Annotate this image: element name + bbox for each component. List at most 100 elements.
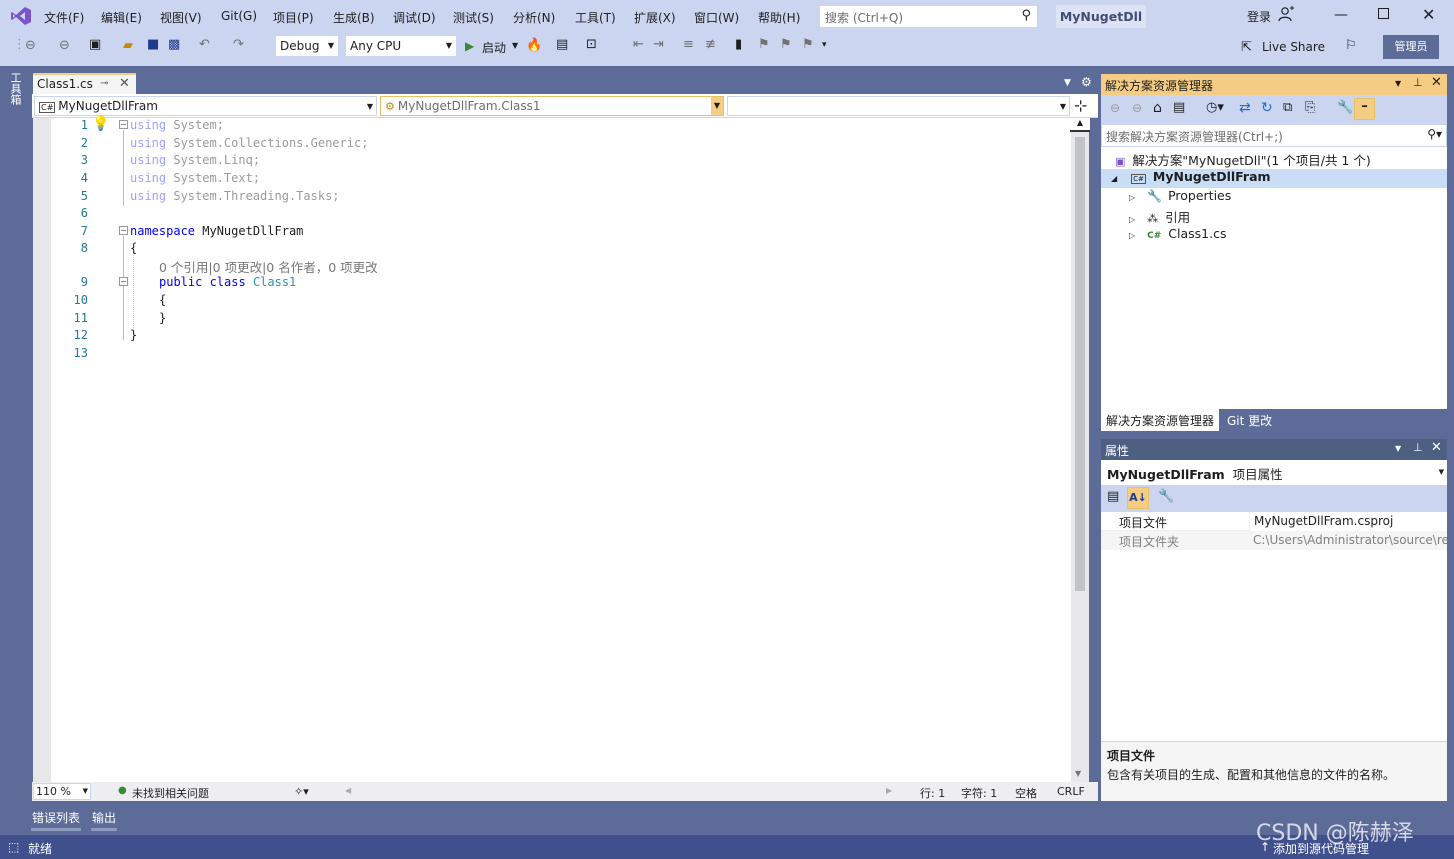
pin-icon[interactable]: ⊸ (100, 78, 108, 89)
scroll-right-icon[interactable]: ▶ (886, 786, 892, 795)
collapse-icon[interactable]: − (119, 226, 128, 235)
scroll-down-icon[interactable]: ▼ (1075, 769, 1081, 778)
refresh-icon[interactable]: ↻ (1261, 100, 1273, 116)
close-tab-icon[interactable]: ✕ (119, 76, 130, 91)
window-position-icon[interactable]: ▼ (1395, 79, 1401, 88)
tree-project-node[interactable]: ◢ C# MyNugetDllFram (1101, 169, 1447, 188)
tree-item-class1[interactable]: ▷ C# Class1.cs (1129, 226, 1226, 245)
start-debugging-button[interactable]: 启动 (482, 39, 506, 56)
menu-debug[interactable]: 调试(D) (393, 9, 436, 26)
line-ending-indicator[interactable]: CRLF (1057, 785, 1085, 798)
preview-selected-icon[interactable]: – (1354, 98, 1375, 120)
toolbar-overflow-icon[interactable]: ▾ (822, 40, 827, 50)
tree-solution-node[interactable]: ▣ 解决方案"MyNugetDll"(1 个项目/共 1 个) (1115, 150, 1371, 169)
maximize-icon[interactable] (1378, 8, 1389, 19)
navigate-forward-icon[interactable]: ⊖ (59, 38, 70, 53)
menu-window[interactable]: 窗口(W) (694, 9, 739, 26)
column-indicator[interactable]: 字符: 1 (961, 785, 997, 801)
minimize-icon[interactable]: — (1334, 7, 1348, 23)
folder-view-icon[interactable]: ▤ (556, 37, 568, 52)
menu-tools[interactable]: 工具(T) (575, 9, 616, 26)
menu-help[interactable]: 帮助(H) (758, 9, 800, 26)
comment-icon[interactable]: ≡ (683, 37, 694, 52)
home-icon[interactable]: ⌂ (1153, 100, 1162, 116)
hot-reload-icon[interactable]: 🔥 (526, 38, 542, 53)
lightbulb-icon[interactable]: 💡 (92, 116, 109, 132)
show-all-files-icon[interactable]: ⎘ (1305, 100, 1315, 115)
code-editor[interactable] (33, 118, 1071, 784)
previous-bookmark-icon[interactable]: ⚑ (758, 37, 770, 52)
save-all-icon[interactable]: ▩ (168, 37, 180, 52)
menu-git[interactable]: Git(G) (221, 9, 257, 23)
menu-test[interactable]: 测试(S) (453, 9, 494, 26)
property-pages-wrench-icon[interactable]: 🔧 (1158, 489, 1174, 504)
menu-edit[interactable]: 编辑(E) (101, 9, 142, 26)
split-window-icon[interactable]: ⊹ (1074, 96, 1087, 115)
tab-git-changes[interactable]: Git 更改 (1223, 409, 1276, 431)
codelens-references[interactable]: 0 个引用|0 项更改|0 名作者，0 项更改 (159, 257, 378, 276)
screenshot-icon[interactable]: ⊡ (586, 37, 597, 52)
solution-platform-select[interactable]: Any CPU ▼ (345, 35, 457, 57)
open-file-icon[interactable]: ▰ (123, 38, 133, 53)
undo-icon[interactable]: ↶ (199, 37, 210, 52)
live-share-icon[interactable]: ⇱ (1241, 40, 1252, 55)
user-icon[interactable] (1278, 6, 1294, 22)
scrollbar-thumb[interactable] (1075, 137, 1085, 591)
tree-item-references[interactable]: ▷ ⁂ 引用 (1129, 207, 1190, 226)
collapse-all-icon[interactable]: ⧉ (1283, 100, 1292, 115)
close-icon[interactable]: ✕ (1422, 5, 1435, 24)
pin-icon[interactable]: ⊥ (1413, 76, 1423, 89)
collapse-icon[interactable]: − (119, 120, 128, 129)
whitespace-indicator[interactable]: 空格 (1015, 785, 1037, 801)
clear-bookmarks-icon[interactable]: ⚑ (802, 37, 814, 52)
categorized-icon[interactable]: ▤ (1107, 489, 1119, 504)
menu-analyze[interactable]: 分析(N) (513, 9, 555, 26)
sync-icon[interactable]: ⇄ (1239, 100, 1251, 116)
tab-list-icon[interactable]: ▼ (1064, 78, 1071, 88)
close-icon[interactable]: ✕ (1431, 440, 1442, 455)
solution-search-input[interactable]: 搜索解决方案资源管理器(Ctrl+;) ⚲▾ (1101, 124, 1447, 147)
project-nav-select[interactable]: C# MyNugetDllFram ▼ (34, 96, 377, 116)
scroll-left-icon[interactable]: ◀ (345, 786, 351, 795)
scroll-up-icon[interactable]: ▲ (1070, 118, 1090, 132)
tab-error-list[interactable]: 错误列表 (32, 809, 80, 826)
zoom-select[interactable]: 110 % ▼ (33, 783, 91, 800)
toolbox-tab[interactable]: 工具箱 (9, 72, 23, 105)
properties-object-select[interactable]: MyNugetDllFram 项目属性 ▼ (1101, 460, 1447, 485)
back-icon[interactable]: ⊖ (1110, 101, 1120, 115)
search-input[interactable]: 搜索 (Ctrl+Q) ⚲ (819, 5, 1038, 28)
navigate-back-icon[interactable]: ⊖ (25, 38, 36, 53)
pin-icon[interactable]: ⊥ (1413, 441, 1423, 454)
next-bookmark-icon[interactable]: ⚑ (780, 37, 792, 52)
alphabetical-icon[interactable]: A↓ (1127, 487, 1149, 509)
tree-item-properties[interactable]: ▷ 🔧 Properties (1129, 188, 1231, 207)
live-share-button[interactable]: Live Share (1262, 40, 1325, 54)
menu-file[interactable]: 文件(F) (44, 9, 84, 26)
bookmark-icon[interactable]: ▮ (735, 37, 742, 52)
switch-views-icon[interactable]: ▤ (1173, 100, 1185, 115)
settings-gear-icon[interactable]: ⚙ (1081, 75, 1092, 89)
feedback-icon[interactable]: ⚐ (1345, 38, 1357, 53)
solution-configuration-select[interactable]: Debug ▼ (275, 35, 339, 57)
menu-build[interactable]: 生成(B) (333, 9, 375, 26)
property-row[interactable]: 项目文件 MyNugetDllFram.csproj (1101, 512, 1447, 531)
window-position-icon[interactable]: ▼ (1395, 444, 1401, 453)
save-icon[interactable]: ■ (147, 37, 159, 52)
uncomment-icon[interactable]: ≢ (705, 37, 716, 52)
issues-status[interactable]: 未找到相关问题 (132, 785, 209, 801)
redo-icon[interactable]: ↷ (233, 37, 244, 52)
member-nav-select[interactable]: ▼ (727, 96, 1070, 116)
forward-icon[interactable]: ⊖ (1132, 101, 1142, 115)
type-nav-select[interactable]: ⚙ MyNugetDllFram.Class1 ▼ (380, 96, 724, 116)
chevron-down-icon[interactable]: ▼ (512, 41, 518, 50)
collapse-icon[interactable]: − (119, 277, 128, 286)
outdent-icon[interactable]: ⇥ (653, 37, 664, 52)
line-indicator[interactable]: 行: 1 (920, 785, 945, 801)
pending-changes-filter-icon[interactable]: ◷▾ (1206, 100, 1224, 115)
tab-class1-cs[interactable]: Class1.cs ⊸ ✕ (33, 73, 136, 94)
menu-project[interactable]: 项目(P) (273, 9, 314, 26)
tab-output[interactable]: 输出 (92, 809, 116, 826)
start-play-icon[interactable]: ▶ (465, 39, 474, 53)
tab-solution-explorer[interactable]: 解决方案资源管理器 (1101, 409, 1220, 431)
menu-view[interactable]: 视图(V) (160, 9, 202, 26)
